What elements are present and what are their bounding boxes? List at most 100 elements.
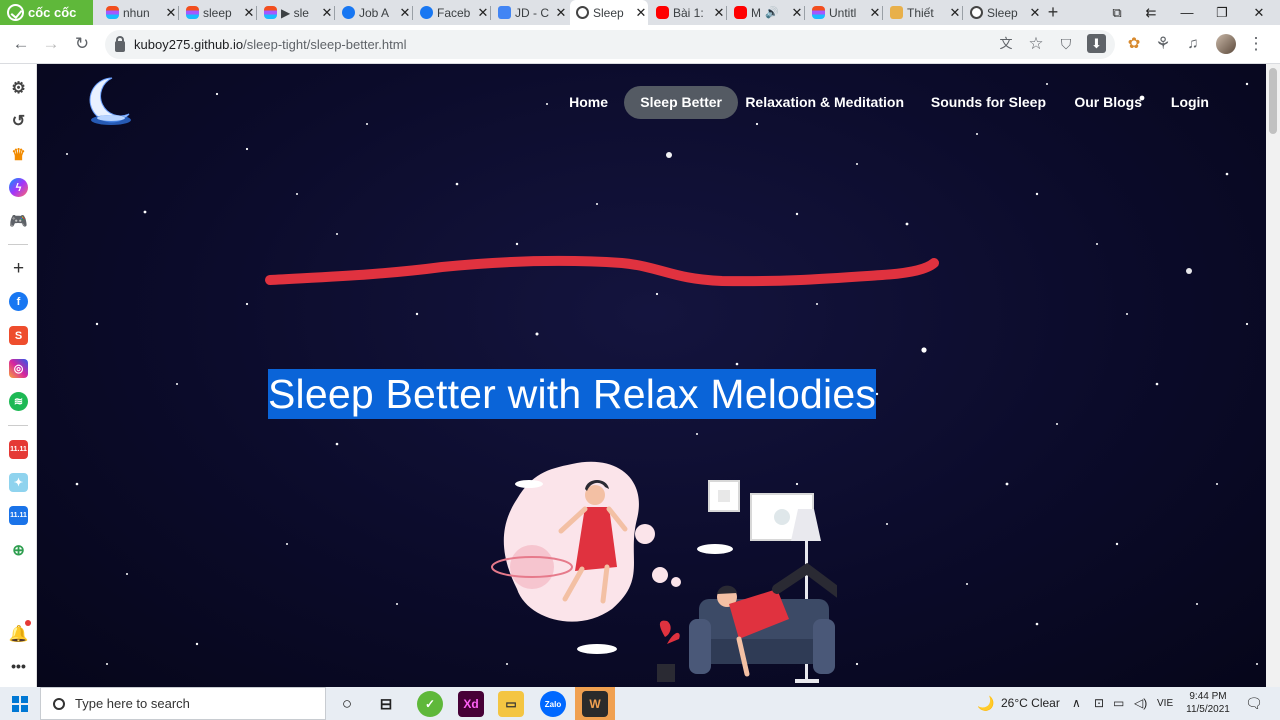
close-icon[interactable]: ✕ <box>242 5 256 21</box>
windows-start-icon[interactable] <box>12 696 28 712</box>
close-icon[interactable]: ✕ <box>164 5 178 21</box>
close-window-button[interactable]: ✕ <box>1242 0 1276 25</box>
reload-icon[interactable]: ↻ <box>70 32 94 56</box>
tab-9[interactable]: M 🔊 ✕ <box>728 0 804 25</box>
messenger-icon[interactable]: ϟ <box>9 178 28 197</box>
tab-11[interactable]: Thiết ✕ <box>884 0 962 25</box>
gamepad-icon[interactable]: 🎮 <box>9 211 28 230</box>
puzzle-icon[interactable]: ⚘ <box>1151 32 1175 56</box>
nav-sounds-for-sleep[interactable]: Sounds for Sleep <box>931 86 1046 119</box>
add-icon[interactable]: + <box>9 258 28 279</box>
playlist-icon[interactable]: ♫ <box>1181 32 1205 56</box>
tray-expand-icon[interactable]: ∧ <box>1072 687 1081 720</box>
crown-icon[interactable]: ♛ <box>9 145 28 164</box>
browser-toolbar: ← → ↻ kuboy275.github.io/sleep-tight/sle… <box>0 25 1280 64</box>
tab-label: Thiết <box>907 5 934 20</box>
coccoc-maps-icon[interactable]: ⊕ <box>9 540 28 559</box>
back-to-tab-icon[interactable]: ⇇ <box>1134 0 1168 25</box>
sale-calendar-icon[interactable]: 11.11 <box>9 440 28 459</box>
figma-icon <box>264 6 277 19</box>
close-icon[interactable]: ✕ <box>398 5 412 21</box>
tab-1[interactable]: nhun ✕ <box>100 0 178 25</box>
close-icon[interactable]: ✕ <box>476 5 490 21</box>
cortana-icon[interactable]: ○ <box>334 691 360 717</box>
forward-arrow-icon[interactable]: → <box>39 32 63 56</box>
moon-logo-icon[interactable] <box>85 74 133 128</box>
close-icon[interactable]: ✕ <box>634 5 648 21</box>
close-icon[interactable]: ✕ <box>320 5 334 21</box>
facebook-icon[interactable]: f <box>9 292 28 311</box>
tab-label: Untitl <box>829 5 857 20</box>
zalo-icon[interactable]: Zalo <box>540 691 566 717</box>
shopee-icon[interactable]: S <box>9 326 28 345</box>
clock-time: 9:44 PM <box>1189 691 1227 702</box>
sleep-illustration <box>491 461 837 683</box>
download-icon[interactable]: ⬇ <box>1087 34 1106 53</box>
tab-6[interactable]: JD - C ✕ <box>492 0 568 25</box>
profile-avatar[interactable] <box>1216 34 1236 54</box>
close-icon[interactable]: ✕ <box>554 5 568 21</box>
close-icon[interactable]: ✕ <box>1028 5 1042 21</box>
settings-gear-icon[interactable]: ⚙ <box>9 78 28 97</box>
browser-sidebar: ⚙ ↺ ♛ ϟ 🎮 + f S ◎ ≋ 11.11 ✦ 11.11 ⊕ 🔔 ••… <box>0 64 37 687</box>
coccoc-icon[interactable]: ✓ <box>417 691 443 717</box>
audio-app-icon[interactable]: W <box>582 691 608 717</box>
volume-icon[interactable]: ◁) <box>1134 687 1147 720</box>
bookmark-star-icon[interactable]: ☆ <box>1024 32 1048 56</box>
tiki-icon[interactable]: 11.11 <box>9 506 28 525</box>
tab-search-icon[interactable]: ⧉ <box>1100 0 1134 25</box>
tab-8[interactable]: Bài 1: ✕ <box>650 0 726 25</box>
tab-12[interactable]: Sleep ✕ <box>964 0 1042 25</box>
tab-label: sleep <box>203 5 232 20</box>
file-explorer-icon[interactable]: ▭ <box>498 691 524 717</box>
tab-label: ▶ sle <box>281 5 309 20</box>
minimize-button[interactable]: — <box>1170 0 1204 25</box>
action-center-icon[interactable]: 🗨 <box>1245 687 1263 720</box>
notification-bell-icon[interactable]: 🔔 <box>9 624 29 643</box>
instagram-icon[interactable]: ◎ <box>9 359 28 378</box>
tab-3[interactable]: ▶ sle ✕ <box>258 0 334 25</box>
translate-icon[interactable]: 文 <box>994 32 1018 56</box>
tab-10[interactable]: Untitl ✕ <box>806 0 882 25</box>
close-icon[interactable]: ✕ <box>712 5 726 21</box>
tab-2[interactable]: sleep ✕ <box>180 0 256 25</box>
weather-text[interactable]: 26°C Clear <box>1001 687 1060 720</box>
coccoc-brand[interactable]: cốc cốc <box>0 0 93 25</box>
close-icon[interactable]: ✕ <box>790 5 804 21</box>
nav-home[interactable]: Home <box>569 86 608 119</box>
menu-icon[interactable]: ⋮ <box>1244 32 1268 56</box>
new-tab-button[interactable]: + <box>1044 0 1062 25</box>
task-view-icon[interactable]: ⊟ <box>373 691 399 717</box>
shield-icon[interactable]: ⛉ <box>1054 32 1078 56</box>
notification-dot <box>25 620 31 626</box>
url-path: /sleep-tight/sleep-better.html <box>243 37 407 52</box>
tab-7-active[interactable]: Sleep ✕ <box>570 0 648 25</box>
hero-title: Sleep Better with Relax Melodies <box>268 369 877 419</box>
back-arrow-icon[interactable]: ← <box>9 32 33 56</box>
anime-app-icon[interactable]: ✦ <box>9 473 28 492</box>
spotify-icon[interactable]: ≋ <box>9 392 28 411</box>
battery-icon[interactable]: ▭ <box>1113 687 1124 720</box>
network-icon[interactable]: ⊡ <box>1094 687 1104 720</box>
nav-login[interactable]: Login <box>1171 86 1209 119</box>
taskbar-search-input[interactable]: Type here to search <box>40 687 326 720</box>
url-host: kuboy275.github.io <box>134 37 244 52</box>
nav-our-blogs[interactable]: Our Blogs <box>1074 86 1142 119</box>
lock-icon <box>115 36 125 52</box>
restore-button[interactable]: ❐ <box>1205 0 1239 25</box>
address-bar[interactable]: kuboy275.github.io/sleep-tight/sleep-bet… <box>105 30 1115 59</box>
tab-4[interactable]: Job A ✕ <box>336 0 412 25</box>
tab-5[interactable]: Faceb ✕ <box>414 0 490 25</box>
taskbar-clock[interactable]: 9:44 PM 11/5/2021 <box>1180 690 1236 716</box>
history-icon[interactable]: ↺ <box>9 111 28 130</box>
language-indicator[interactable]: VIE <box>1157 687 1173 720</box>
scrollbar-thumb[interactable] <box>1269 68 1277 134</box>
more-dots-icon[interactable]: ••• <box>9 656 28 675</box>
nav-relaxation-meditation[interactable]: Relaxation & Meditation <box>745 86 904 119</box>
extension-icon[interactable]: ✿ <box>1122 32 1146 56</box>
close-icon[interactable]: ✕ <box>868 5 882 21</box>
close-icon[interactable]: ✕ <box>948 5 962 21</box>
page-scrollbar[interactable] <box>1266 64 1280 687</box>
nav-sleep-better[interactable]: Sleep Better <box>624 86 738 119</box>
adobe-xd-icon[interactable]: Xd <box>458 691 484 717</box>
